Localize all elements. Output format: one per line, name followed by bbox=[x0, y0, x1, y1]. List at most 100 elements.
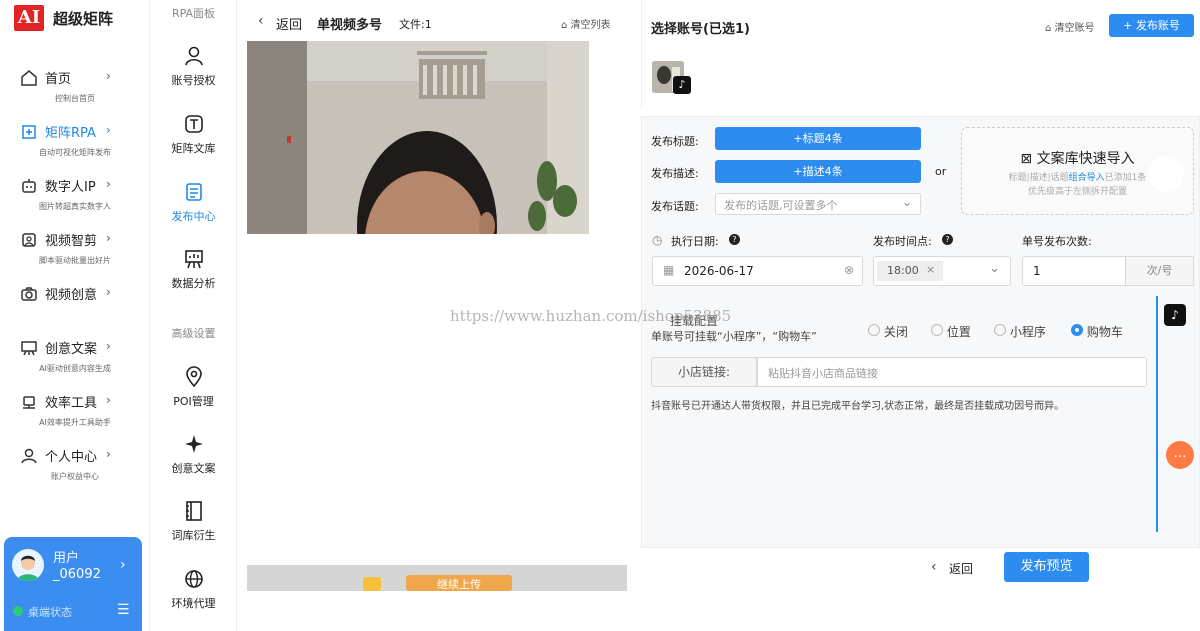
clear-accounts-button[interactable]: ⌂ 清空账号 bbox=[1045, 19, 1095, 34]
mount-option-label: 位置 bbox=[946, 325, 971, 339]
tools-icon bbox=[23, 396, 35, 409]
globe-icon bbox=[185, 570, 203, 588]
menu-collapse-icon[interactable]: ☰ bbox=[117, 602, 130, 618]
time-select[interactable]: 18:00 × ⌄ bbox=[873, 256, 1011, 286]
avatar bbox=[12, 549, 44, 581]
clear-list-label: 清空列表 bbox=[570, 20, 611, 31]
image-icon: ⊠ bbox=[1020, 151, 1033, 167]
or-text: or bbox=[935, 165, 947, 178]
tiktok-tab-icon[interactable]: ♪ bbox=[1164, 304, 1186, 326]
radio-cart-selected[interactable] bbox=[1071, 324, 1083, 336]
rpa-item-account-auth[interactable]: 账号授权 bbox=[150, 45, 237, 105]
chevron-right-icon: › bbox=[106, 447, 111, 461]
advanced-settings-header: 高级设置 bbox=[171, 327, 216, 340]
radio-location[interactable] bbox=[931, 324, 943, 336]
publish-icon bbox=[186, 183, 202, 201]
shop-link-label: 小店链接: bbox=[651, 357, 757, 387]
rpa-item-lexicon[interactable]: 词库衍生 bbox=[150, 500, 237, 560]
account-tab-indicator bbox=[1156, 296, 1158, 532]
chat-icon[interactable]: … bbox=[1166, 441, 1194, 469]
sidebar-item-rpa[interactable]: 矩阵RPA › 自动可视化矩阵发布 bbox=[0, 116, 150, 166]
chart-board-icon bbox=[185, 250, 203, 269]
sidebar-item-sub: 自动可视化矩阵发布 bbox=[39, 148, 111, 157]
add-title-button[interactable]: +标题4条 bbox=[715, 127, 921, 150]
sidebar-item-sub: 图片转超真实数字人 bbox=[39, 202, 111, 211]
mount-option-off[interactable]: 关闭 bbox=[868, 323, 908, 340]
decor-circle bbox=[1148, 156, 1184, 192]
topic-label: 发布话题: bbox=[651, 200, 699, 213]
sidebar-item-video-idea[interactable]: 视频创意 › bbox=[0, 278, 150, 328]
board-icon bbox=[21, 341, 37, 356]
count-input[interactable]: 1 bbox=[1022, 256, 1126, 286]
chevron-right-icon: › bbox=[106, 339, 111, 353]
mount-option-label: 购物车 bbox=[1086, 325, 1123, 339]
shop-link-input[interactable]: 粘贴抖音小店商品链接 bbox=[757, 357, 1147, 387]
rpa-item-label: 矩阵文库 bbox=[171, 142, 216, 155]
back-chevron-icon[interactable]: ‹ bbox=[931, 559, 937, 575]
clear-list-button[interactable]: ⌂ 清空列表 bbox=[561, 16, 611, 31]
rpa-item-label: 词库衍生 bbox=[171, 529, 216, 542]
rpa-item-proxy[interactable]: 环境代理 bbox=[150, 568, 237, 628]
sparkle-icon bbox=[185, 435, 203, 453]
back-link[interactable]: 返回 bbox=[276, 14, 302, 33]
sidebar-item-home[interactable]: 首页 › 控制台首页 bbox=[0, 62, 150, 112]
logo-badge: AI bbox=[14, 5, 44, 31]
chevron-right-icon: › bbox=[106, 177, 111, 191]
sidebar-item-label: 数字人IP bbox=[45, 180, 96, 195]
rpa-item-publish-center[interactable]: 发布中心 bbox=[150, 181, 237, 241]
watermark-text: https://www.huzhan.com/ishop53885 bbox=[450, 307, 732, 325]
mount-option-mini-program[interactable]: 小程序 bbox=[994, 323, 1046, 340]
sidebar-item-video-clip[interactable]: 视频智剪 › 脚本驱动批量出好片 bbox=[0, 224, 150, 274]
chevron-right-icon: › bbox=[106, 231, 111, 245]
topic-select[interactable]: 发布的话题,可设置多个 ⌄ bbox=[715, 193, 921, 215]
radio-mini-program[interactable] bbox=[994, 324, 1006, 336]
sidebar-item-label: 创意文案 bbox=[45, 342, 98, 357]
rpa-item-label: 发布中心 bbox=[171, 210, 216, 223]
rpa-item-label: 账号授权 bbox=[171, 74, 216, 87]
tag-close-icon[interactable]: × bbox=[926, 263, 935, 276]
sidebar-item-tools[interactable]: 效率工具 › AI效率提升工具助手 bbox=[0, 386, 150, 436]
library-icon bbox=[185, 115, 203, 133]
chevron-right-icon: › bbox=[106, 393, 111, 407]
sidebar-item-label: 矩阵RPA bbox=[45, 126, 96, 141]
rpa-item-analytics[interactable]: 数据分析 bbox=[150, 248, 237, 308]
robot-icon bbox=[22, 179, 36, 193]
chevron-right-icon[interactable]: › bbox=[120, 557, 126, 573]
notebook-icon bbox=[186, 501, 202, 521]
radio-off[interactable] bbox=[868, 324, 880, 336]
rpa-item-library[interactable]: 矩阵文库 bbox=[150, 113, 237, 173]
exec-date-input[interactable]: ▦ 2026-06-17 ⊗ bbox=[652, 256, 863, 286]
mount-option-location[interactable]: 位置 bbox=[931, 323, 971, 340]
sidebar-item-label: 视频智剪 bbox=[45, 234, 98, 249]
sidebar-item-copywriting[interactable]: 创意文案 › AI驱动创意内容生成 bbox=[0, 332, 150, 382]
sidebar-item-sub: 账户权益中心 bbox=[51, 472, 99, 481]
chevron-right-icon: › bbox=[106, 123, 111, 137]
rpa-item-creative-copy[interactable]: 创意文案 bbox=[150, 433, 237, 493]
mount-hint: 单账号可挂载“小程序”，“购物车” bbox=[651, 330, 817, 343]
count-value: 1 bbox=[1033, 264, 1041, 278]
add-desc-button[interactable]: +描述4条 bbox=[715, 160, 921, 183]
time-label: 发布时间点: bbox=[873, 235, 932, 248]
sidebar-item-label: 效率工具 bbox=[45, 396, 98, 411]
rpa-item-poi[interactable]: POI管理 bbox=[150, 366, 237, 426]
publish-account-button[interactable]: + 发布账号 bbox=[1109, 14, 1194, 37]
continue-upload-button[interactable]: 继续上传 bbox=[406, 575, 512, 591]
clear-date-icon[interactable]: ⊗ bbox=[844, 263, 854, 277]
sidebar-item-profile[interactable]: 个人中心 › 账户权益中心 bbox=[0, 440, 150, 490]
chevron-down-icon: ⌄ bbox=[989, 261, 1000, 276]
video-preview[interactable] bbox=[247, 41, 589, 234]
clear-accounts-label: 清空账号 bbox=[1054, 23, 1095, 34]
publish-preview-button[interactable]: 发布预览 bbox=[1004, 552, 1089, 582]
help-icon[interactable]: ? bbox=[729, 234, 740, 245]
copy-library-import[interactable]: ⊠ 文案库快速导入 标题|描述|话题组合导入已添加1条 优先级高于左侧拆开配置 bbox=[961, 127, 1194, 215]
chevron-right-icon: › bbox=[106, 285, 111, 299]
mount-option-cart[interactable]: 购物车 bbox=[1071, 323, 1123, 340]
back-chevron-icon[interactable]: ‹ bbox=[258, 13, 264, 29]
import-title: 文案库快速导入 bbox=[1036, 151, 1135, 167]
sidebar-item-digital-human[interactable]: 数字人IP › 图片转超真实数字人 bbox=[0, 170, 150, 220]
footer-back-button[interactable]: 返回 bbox=[949, 560, 973, 577]
sidebar-item-sub: 脚本驱动批量出好片 bbox=[39, 256, 111, 265]
shop-note: 抖音账号已开通达人带货权限，并且已完成平台学习,状态正常，最终是否挂载成功因号而… bbox=[651, 401, 1065, 412]
mount-option-label: 小程序 bbox=[1009, 325, 1046, 339]
help-icon[interactable]: ? bbox=[942, 234, 953, 245]
